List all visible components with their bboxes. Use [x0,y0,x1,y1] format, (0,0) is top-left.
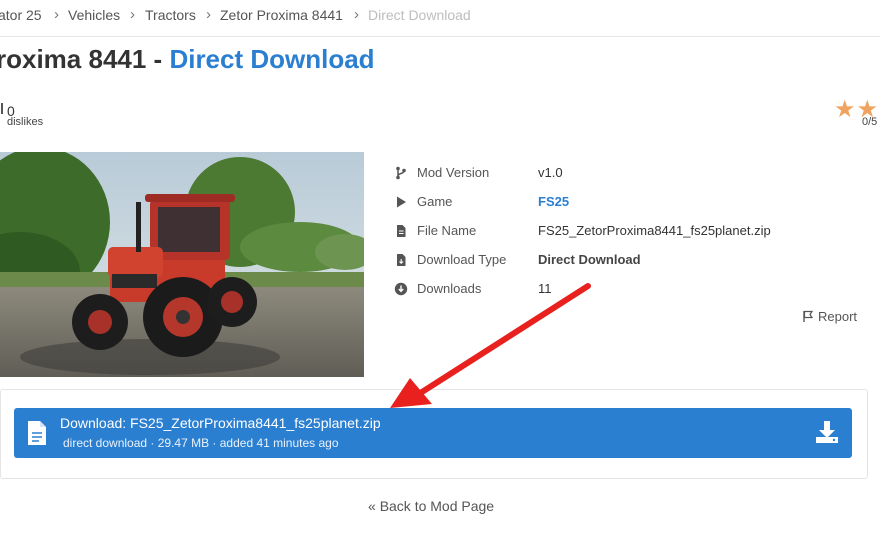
play-icon [397,196,406,208]
back-to-mod-page-link[interactable]: « Back to Mod Page [368,498,494,514]
branch-icon [396,166,406,180]
info-label: Game [417,194,453,209]
download-icon [816,421,838,443]
download-meta: direct download · 29.47 MB · added 41 mi… [63,436,339,450]
info-value-download-type: Direct Download [538,252,641,267]
star-icon[interactable]: ★ [834,96,857,123]
double-chevron-left-icon: « [368,498,376,514]
info-row-downloads: Downloads 11 [394,280,854,300]
chevron-right-icon: › [54,6,59,23]
chevron-right-icon: › [130,6,135,23]
info-value-downloads: 11 [538,281,552,296]
report-button[interactable]: Report [802,309,857,324]
info-row-game: Game FS25 [394,193,854,213]
breadcrumb-current: Direct Download [368,7,471,23]
info-value-file-name: FS25_ZetorProxima8441_fs25planet.zip [538,223,771,238]
info-row-file-name: File Name FS25_ZetorProxima8441_fs25plan… [394,222,854,242]
file-icon [397,254,406,266]
chevron-right-icon: › [206,6,211,23]
download-circle-icon [394,282,408,296]
breadcrumb-item-tractors[interactable]: Tractors [145,7,196,23]
page-title-main: roxima 8441 - [0,44,170,74]
download-button[interactable]: Download: FS25_ZetorProxima8441_fs25plan… [14,408,852,458]
page-title: roxima 8441 - Direct Download [0,44,375,75]
report-label: Report [818,309,858,324]
info-label: Download Type [417,252,507,267]
likes-label: dislikes [7,116,44,128]
file-icon [28,421,46,445]
info-row-download-type: Download Type Direct Download [394,251,854,271]
download-title: Download: FS25_ZetorProxima8441_fs25plan… [60,415,381,431]
info-label: Mod Version [417,165,490,180]
breadcrumb-item-vehicles[interactable]: Vehicles [68,7,120,23]
file-icon [397,225,406,237]
rating-text: 0/5 [862,116,878,128]
breadcrumb-item-mod[interactable]: Zetor Proxima 8441 [220,7,343,23]
info-value-mod-version: v1.0 [538,165,563,180]
info-label: Downloads [417,281,482,296]
info-row-mod-version: Mod Version v1.0 [394,164,854,184]
info-label: File Name [417,223,477,238]
mod-screenshot[interactable] [0,152,364,377]
chevron-right-icon: › [354,6,359,23]
back-label: Back to Mod Page [379,498,495,514]
info-value-game-link[interactable]: FS25 [538,194,569,209]
breadcrumb-item-game[interactable]: ator 25 [0,7,42,23]
breadcrumb: ator 25 › Vehicles › Tractors › Zetor Pr… [0,0,880,37]
flag-icon [803,310,814,322]
page-title-highlight: Direct Download [169,44,375,74]
